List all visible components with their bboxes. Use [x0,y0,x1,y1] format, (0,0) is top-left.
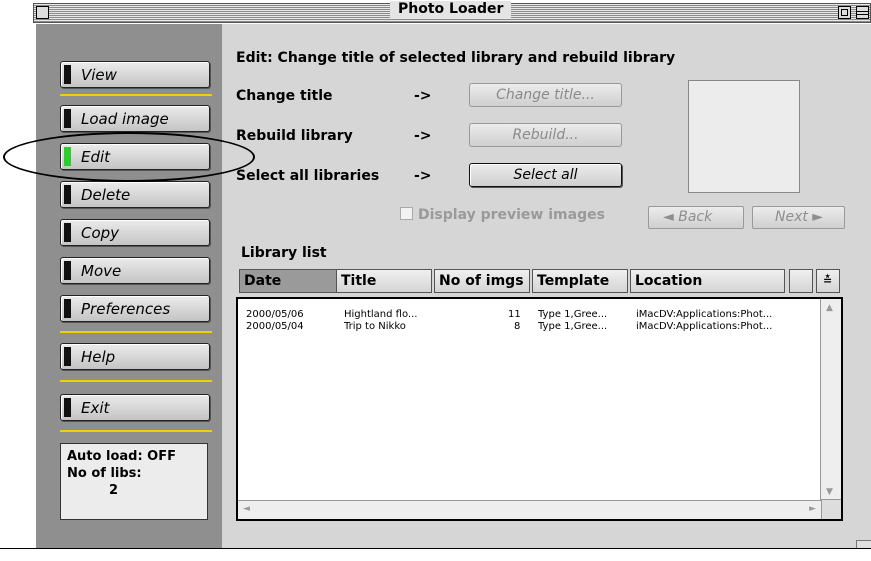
preferences-button-label: Preferences [81,300,171,318]
scroll-corner [821,499,841,519]
move-button-label: Move [81,262,122,280]
select-all-libraries-label: Select all libraries [236,168,380,184]
next-button[interactable]: Next ► [752,206,845,229]
divider [60,380,212,382]
horizontal-scrollbar[interactable]: ◄ ► [238,500,821,519]
view-button[interactable]: View [60,61,210,88]
libs-count: 2 [109,483,119,498]
cell-imgs: 11 [508,309,521,320]
column-extra[interactable] [789,269,813,293]
column-template[interactable]: Template [532,269,628,293]
window-title: Photo Loader [390,1,512,18]
flag-icon [64,65,71,84]
cell-template: Type 1,Gree... [538,321,608,332]
delete-button-label: Delete [81,186,131,204]
help-button[interactable]: Help [60,343,210,370]
cell-location: iMacDV:Applications:Phot... [636,309,773,320]
delete-button[interactable]: Delete [60,181,210,208]
preview-image-box [688,80,800,193]
scroll-left-icon[interactable]: ◄ [243,504,250,514]
flag-icon [64,299,71,318]
close-box-icon[interactable] [36,6,49,19]
cell-template: Type 1,Gree... [538,309,608,320]
view-button-label: View [81,66,117,84]
divider [60,94,212,96]
collapse-box-icon[interactable] [856,6,869,19]
sort-direction-icon[interactable]: ≛ [816,269,840,293]
status-panel: Auto load: OFF No of libs: 2 [60,443,208,520]
help-button-label: Help [81,348,116,366]
cell-title: Hightland flo... [344,309,418,320]
display-preview-checkbox[interactable]: Display preview images [400,207,605,223]
scroll-up-icon[interactable]: ▲ [826,303,833,313]
column-title[interactable]: Title [336,269,432,293]
flag-icon [64,109,71,128]
rebuild-button[interactable]: Rebuild... [469,123,622,147]
column-location[interactable]: Location [630,269,785,293]
app-window: Photo Loader View Load image Edit Delete… [0,0,871,549]
cell-location: iMacDV:Applications:Phot... [636,321,773,332]
checkbox-icon[interactable] [400,207,413,220]
page-title: Edit: Change title of selected library a… [236,50,676,66]
cell-date: 2000/05/06 [246,309,304,320]
edit-button-label: Edit [81,148,111,166]
copy-button-label: Copy [81,224,120,242]
zoom-box-icon[interactable] [838,6,851,19]
cell-imgs: 8 [514,321,521,332]
load-image-button[interactable]: Load image [60,105,210,132]
library-list-label: Library list [241,245,327,261]
flag-icon [64,347,71,366]
scroll-right-icon[interactable]: ► [809,504,816,514]
arrow-text: -> [414,128,432,144]
change-title-label: Change title [236,88,333,104]
display-preview-label: Display preview images [418,207,605,223]
libs-label: No of libs: [67,466,142,481]
cell-title: Trip to Nikko [344,321,406,332]
cell-date: 2000/05/04 [246,321,304,332]
copy-button[interactable]: Copy [60,219,210,246]
change-title-button[interactable]: Change title... [469,83,622,107]
flag-icon [64,398,71,417]
load-image-button-label: Load image [81,110,169,128]
flag-icon [64,261,71,280]
auto-load-status: Auto load: OFF [67,449,176,464]
divider [60,430,212,432]
preferences-button[interactable]: Preferences [60,295,210,322]
flag-icon [64,223,71,242]
vertical-scrollbar[interactable]: ▲ ▼ [820,299,841,501]
flag-icon [64,185,71,204]
rebuild-library-label: Rebuild library [236,128,353,144]
edit-button[interactable]: Edit [60,143,210,170]
library-list[interactable]: 2000/05/06 Hightland flo... 11 Type 1,Gr… [236,297,843,521]
flag-icon-selected [64,147,71,166]
scroll-down-icon[interactable]: ▼ [826,487,833,497]
exit-button-label: Exit [81,399,110,417]
column-date[interactable]: Date [239,269,337,293]
move-button[interactable]: Move [60,257,210,284]
back-button[interactable]: ◄ Back [648,206,744,229]
window-bottom-edge [0,548,871,549]
select-all-button[interactable]: Select all [469,163,622,187]
exit-button[interactable]: Exit [60,394,210,421]
column-no-of-imgs[interactable]: No of imgs [434,269,530,293]
arrow-text: -> [414,168,432,184]
arrow-text: -> [414,88,432,104]
divider [60,331,212,333]
